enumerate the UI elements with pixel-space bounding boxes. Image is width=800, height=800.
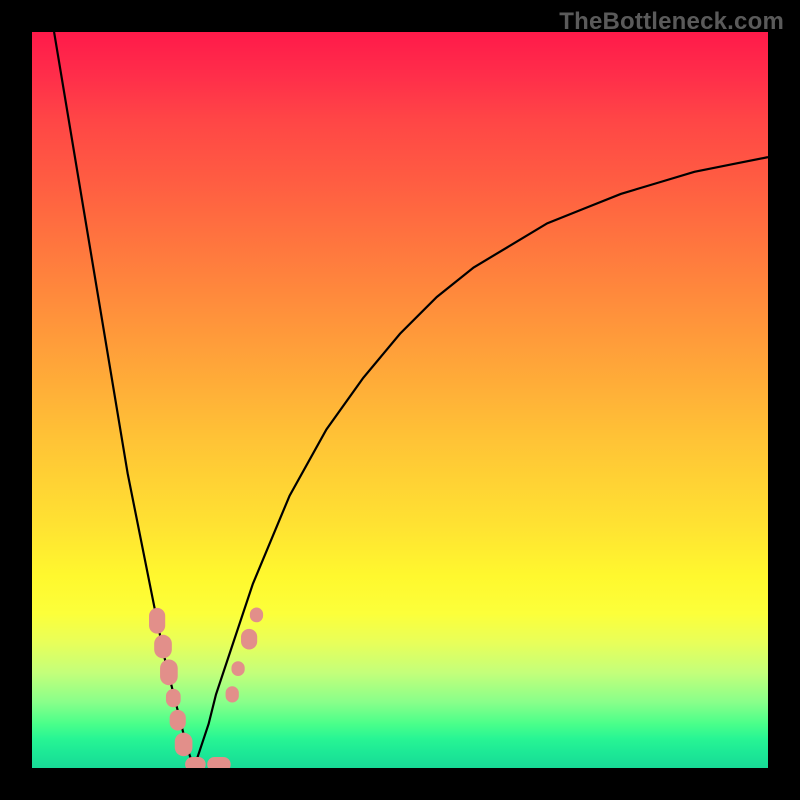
data-marker xyxy=(154,635,172,659)
data-marker xyxy=(149,608,165,634)
data-marker xyxy=(160,659,178,685)
curve-svg xyxy=(0,32,800,768)
curve-right-branch xyxy=(194,157,768,768)
data-marker xyxy=(231,661,244,676)
data-marker xyxy=(226,686,239,702)
data-marker xyxy=(207,757,231,768)
data-marker xyxy=(166,689,181,707)
markers-group xyxy=(149,608,263,768)
curve-left-branch xyxy=(54,32,194,768)
data-marker xyxy=(241,629,257,650)
data-marker xyxy=(170,710,186,731)
data-marker xyxy=(175,733,193,757)
data-marker xyxy=(185,757,206,768)
chart-container: TheBottleneck.com xyxy=(0,0,800,800)
data-marker xyxy=(250,608,263,623)
